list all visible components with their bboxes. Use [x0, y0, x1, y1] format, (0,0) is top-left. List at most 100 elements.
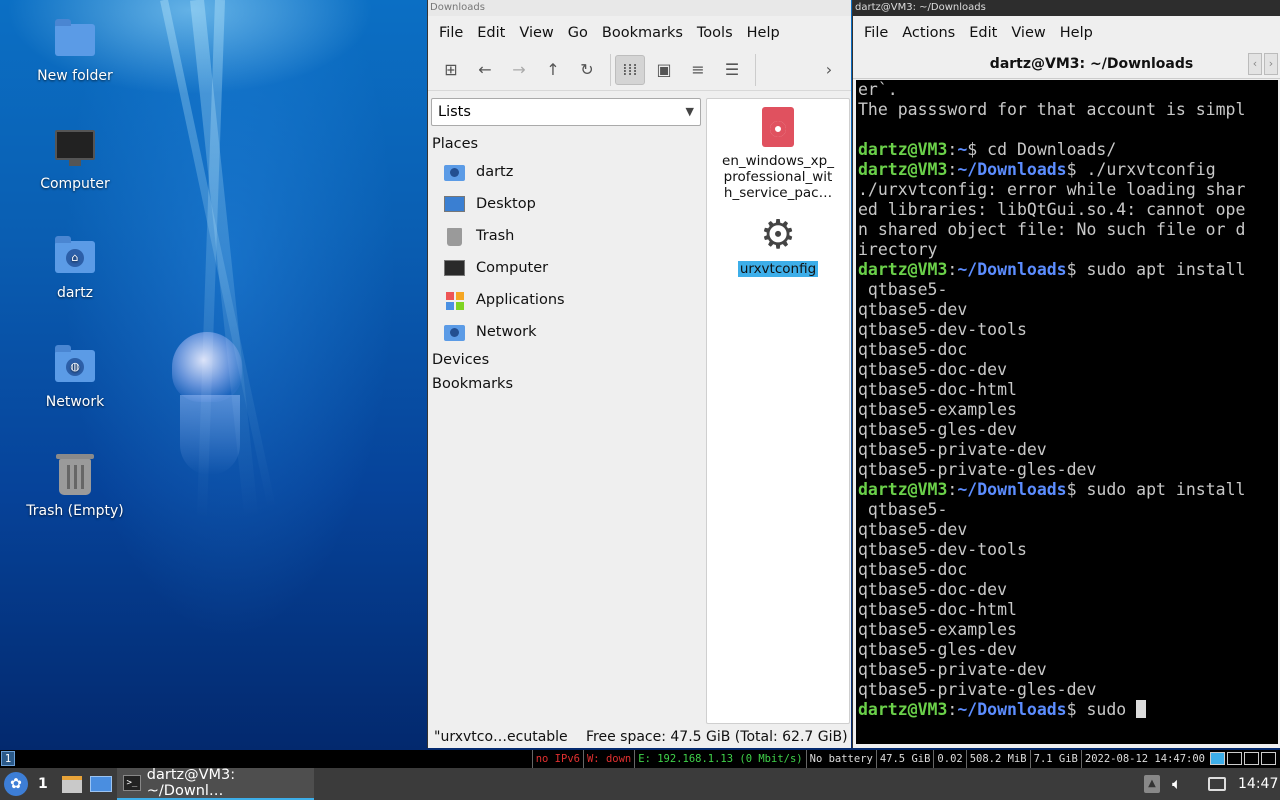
status-free-space: Free space: 47.5 GiB (Total: 62.7 GiB): [586, 729, 848, 745]
terminal-output-line: ed libraries: libQtGui.so.4: cannot ope: [858, 200, 1246, 219]
menu-file[interactable]: File: [857, 25, 895, 41]
menu-edit[interactable]: Edit: [470, 25, 512, 41]
disc-image-icon: [762, 107, 794, 147]
terminal-output-line: qtbase5-dev-tools: [858, 320, 1027, 339]
terminal-screen[interactable]: er`. The passsword for that account is si…: [856, 80, 1278, 744]
clock[interactable]: 14:47: [1238, 768, 1278, 800]
folder-view[interactable]: en_windows_xp_ professional_wit h_servic…: [706, 98, 850, 724]
place-applications[interactable]: Applications: [428, 284, 704, 316]
place-network[interactable]: Network: [428, 316, 704, 348]
up-arrow-icon[interactable]: ↑: [538, 55, 568, 85]
terminal-output-line: qtbase5-gles-dev: [858, 420, 1017, 439]
chevron-left-icon[interactable]: ‹: [1248, 53, 1262, 75]
desktop-switcher[interactable]: 1: [38, 768, 48, 800]
icon-view-icon[interactable]: ⁞⁞⁞: [615, 54, 645, 85]
desktop-icon-label: Trash (Empty): [26, 503, 124, 519]
menu-help[interactable]: Help: [1053, 25, 1100, 41]
compact-view-icon[interactable]: ≡: [683, 55, 713, 85]
terminal-window: dartz@VM3: ~/Downloads File Actions Edit…: [852, 0, 1280, 748]
terminal-prompt-line: dartz@VM3:~/Downloads$ sudo: [858, 700, 1278, 720]
places-header[interactable]: Places: [428, 132, 704, 156]
thumbnail-view-icon[interactable]: ▣: [649, 55, 679, 85]
application-menu-button[interactable]: ✿: [4, 768, 28, 800]
place-desktop[interactable]: Desktop: [428, 188, 704, 220]
prompt-dollar: $: [967, 140, 988, 159]
chevron-right-icon[interactable]: ›: [1264, 53, 1278, 75]
window-title: dartz@VM3: ~/Downloads: [853, 0, 1280, 16]
prompt-user: dartz@VM3: [858, 160, 948, 179]
desktop-icon-trash[interactable]: Trash (Empty): [10, 453, 140, 519]
chevron-right-icon[interactable]: ›: [814, 55, 844, 85]
desktop-icon-dartz[interactable]: ⌂ dartz: [10, 235, 140, 301]
forward-arrow-icon[interactable]: →: [504, 55, 534, 85]
task-label: dartz@VM3: ~/Downl…: [146, 767, 236, 799]
notification-icon: [1208, 777, 1226, 791]
terminal-output-line: qtbase5-private-gles-dev: [858, 460, 1097, 479]
terminal-icon: >_: [123, 775, 141, 791]
prompt-separator: :: [947, 480, 958, 499]
desktop-icon-network[interactable]: ◍ Network: [10, 344, 140, 410]
terminal-tab[interactable]: dartz@VM3: ~/Downloads: [853, 56, 1280, 72]
side-pane: Places dartz Desktop Trash Computer Appl…: [428, 132, 704, 396]
side-pane-mode-select[interactable]: Lists ▼: [431, 98, 701, 126]
menu-tools[interactable]: Tools: [690, 25, 740, 41]
workspace-indicator[interactable]: 1: [1, 751, 15, 766]
prompt-user: dartz@VM3: [858, 140, 948, 159]
volume-icon[interactable]: 🔈︎: [1172, 768, 1182, 800]
terminal-output-line: qtbase5-dev: [858, 520, 968, 539]
menu-go[interactable]: Go: [561, 25, 595, 41]
new-tab-icon[interactable]: ⊞: [436, 55, 466, 85]
prompt-dollar: $: [1066, 260, 1087, 279]
menu-view[interactable]: View: [512, 25, 560, 41]
status-item: no IPv6: [531, 750, 583, 768]
devices-header[interactable]: Devices: [428, 348, 704, 372]
detailed-list-view-icon[interactable]: ☰: [717, 55, 747, 85]
terminal-output-line: qtbase5-examples: [858, 620, 1017, 639]
file-item-urxvtconfig[interactable]: ⚙ urxvtconfig: [707, 215, 849, 277]
terminal-output-line: qtbase5-doc-dev: [858, 360, 1008, 379]
menu-file[interactable]: File: [432, 25, 470, 41]
prompt-separator: :: [947, 160, 958, 179]
terminal-output-line: ./urxvtconfig: error while loading shar: [858, 180, 1246, 199]
tray-update-button[interactable]: ▲: [1144, 768, 1160, 800]
window-tray-icon[interactable]: [1227, 752, 1242, 765]
folder-icon: [53, 18, 97, 62]
terminal-output-line: The passsword for that account is simpl: [858, 100, 1246, 119]
terminal-output-line: qtbase5-: [858, 280, 948, 299]
terminal-output-line: qtbase5-doc-html: [858, 380, 1017, 399]
place-label: Network: [476, 324, 537, 340]
menu-bookmarks[interactable]: Bookmarks: [595, 25, 690, 41]
window-tray-icon[interactable]: [1261, 752, 1276, 765]
taskbar: ✿ 1 >_ dartz@VM3: ~/Downl… ▲ 🔈︎ 14:47: [0, 767, 1280, 800]
place-trash[interactable]: Trash: [428, 220, 704, 252]
back-arrow-icon[interactable]: ←: [470, 55, 500, 85]
show-desktop-icon: [90, 776, 112, 792]
desktop-icon-new-folder[interactable]: New folder: [10, 18, 140, 84]
status-item: 508.2 MiB: [965, 750, 1030, 768]
system-status-line: 1 no IPv6 W: down E: 192.168.1.13 (0 Mbit/…: [0, 750, 1280, 768]
menu-help[interactable]: Help: [740, 25, 787, 41]
show-desktop-button[interactable]: [90, 768, 112, 800]
prompt-user: dartz@VM3: [858, 700, 948, 719]
place-dartz[interactable]: dartz: [428, 156, 704, 188]
desktop-icon-label: dartz: [56, 285, 94, 301]
window-tray-icon[interactable]: [1244, 752, 1259, 765]
notification-button[interactable]: [1208, 768, 1226, 800]
file-manager-launcher[interactable]: [62, 768, 82, 800]
menu-edit[interactable]: Edit: [962, 25, 1004, 41]
network-tray-icon[interactable]: [1210, 752, 1225, 765]
reload-icon[interactable]: ↻: [572, 55, 602, 85]
terminal-output-line: qtbase5-gles-dev: [858, 640, 1017, 659]
bookmarks-header[interactable]: Bookmarks: [428, 372, 704, 396]
command-text: ./urxvtconfig: [1086, 160, 1216, 179]
menu-view[interactable]: View: [1004, 25, 1052, 41]
prompt-path: ~/Downloads: [957, 700, 1067, 719]
desktop-icon-computer[interactable]: Computer: [10, 126, 140, 192]
file-item-windows-xp-iso[interactable]: en_windows_xp_ professional_wit h_servic…: [707, 107, 849, 201]
chevron-down-icon: ▼: [685, 105, 694, 118]
prompt-path: ~: [957, 140, 968, 159]
task-terminal[interactable]: >_ dartz@VM3: ~/Downl…: [117, 767, 314, 800]
menu-actions[interactable]: Actions: [895, 25, 962, 41]
trash-icon: [53, 453, 97, 497]
place-computer[interactable]: Computer: [428, 252, 704, 284]
